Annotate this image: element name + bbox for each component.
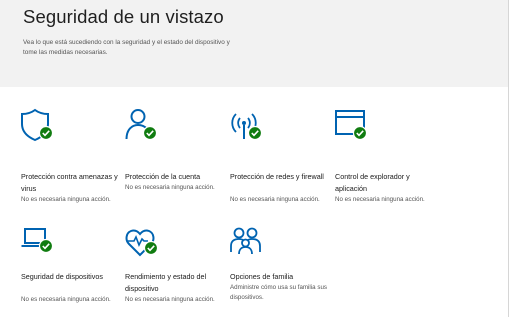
tile-title: Rendimiento y estado del dispositivo <box>125 272 207 293</box>
tile-app-browser-control[interactable]: Control de explorador y aplicación No es… <box>335 108 435 208</box>
tile-device-health[interactable]: Rendimiento y estado del dispositivo No … <box>125 226 225 316</box>
tile-title: Protección contra amenazas y virus <box>21 172 118 193</box>
tile-firewall[interactable]: Protección de redes y firewall No es nec… <box>230 108 330 208</box>
tile-account-protection[interactable]: Protección de la cuenta No es necesaria … <box>125 108 225 208</box>
tile-status: No es necesaria ninguna acción. <box>21 296 111 303</box>
tile-status: No es necesaria ninguna acción. <box>125 296 215 303</box>
tile-title: Protección de la cuenta <box>125 172 201 181</box>
shield-icon <box>21 108 55 142</box>
page-title: Seguridad de un vistazo <box>23 6 224 27</box>
tile-status: No es necesaria ninguna acción. <box>230 196 320 203</box>
browser-window-icon <box>335 108 369 142</box>
tile-title: Seguridad de dispositivos <box>21 272 103 281</box>
tile-title: Opciones de familia <box>230 272 294 281</box>
header-banner: Seguridad de un vistazo Vea lo que está … <box>0 0 509 87</box>
tile-family-options[interactable]: Opciones de familia Administre cómo usa … <box>230 226 330 316</box>
tile-status: Administre cómo usa su familia sus dispo… <box>230 284 327 301</box>
heart-pulse-icon <box>125 226 159 260</box>
tile-status: No es necesaria ninguna acción. <box>21 196 111 203</box>
tile-title: Control de explorador y aplicación <box>335 172 410 193</box>
tile-status: No es necesaria ninguna acción. <box>335 196 425 203</box>
family-icon <box>230 226 264 260</box>
tile-status: No es necesaria ninguna acción. <box>125 184 215 191</box>
laptop-icon <box>21 226 55 260</box>
wifi-antenna-icon <box>230 108 264 142</box>
tile-virus-protection[interactable]: Protección contra amenazas y virus No es… <box>21 108 121 208</box>
tile-device-security[interactable]: Seguridad de dispositivos No es necesari… <box>21 226 121 316</box>
tile-title: Protección de redes y firewall <box>230 172 324 181</box>
person-icon <box>125 108 159 142</box>
page-subtitle: Vea lo que está sucediendo con la seguri… <box>23 39 230 56</box>
window-edge <box>508 87 509 317</box>
